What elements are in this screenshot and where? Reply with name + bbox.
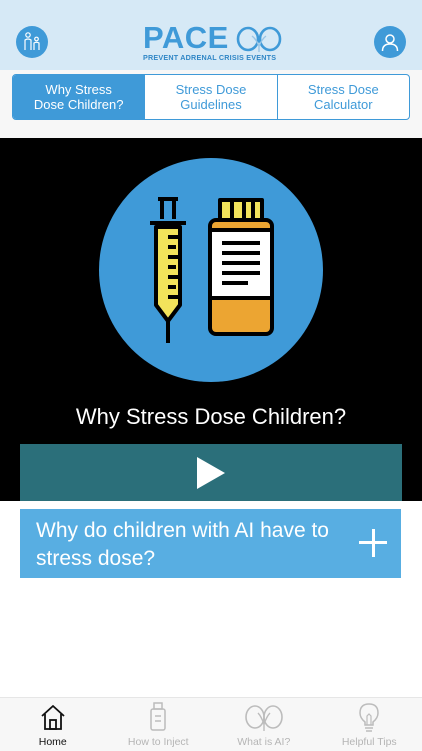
nav-item-helpful-tips[interactable]: Helpful Tips <box>317 698 422 751</box>
tabs-bar: Why Stress Dose Children? Stress Dose Gu… <box>0 70 422 138</box>
user-icon <box>380 32 400 52</box>
nav-label-what-is-ai: What is AI? <box>237 736 290 748</box>
kidneys-logo-icon <box>236 26 282 52</box>
nav-label-how-to-inject: How to Inject <box>128 736 189 748</box>
home-icon <box>39 703 67 731</box>
nav-item-what-is-ai[interactable]: What is AI? <box>211 698 317 751</box>
nav-label-home: Home <box>39 736 67 748</box>
lightbulb-icon <box>358 702 380 732</box>
video-hero: Why Stress Dose Children? <box>0 138 422 501</box>
kidneys-icon <box>244 703 284 731</box>
hero-title: Why Stress Dose Children? <box>0 404 422 430</box>
injector-icon <box>148 702 168 732</box>
bottom-tab-bar: Home How to Inject What is AI? <box>0 697 422 751</box>
logo-tagline: PREVENT ADRENAL CRISIS EVENTS <box>143 53 276 62</box>
play-video-button[interactable] <box>20 444 402 501</box>
syringe-and-bottle-illustration <box>98 157 324 383</box>
faq-question: Why do children with AI have to stress d… <box>36 517 341 573</box>
pace-logo: PACE PREVENT ADRENAL CRISIS EVENTS <box>143 22 283 62</box>
play-icon <box>196 456 226 490</box>
app-header: PACE PREVENT ADRENAL CRISIS EVENTS <box>0 0 422 70</box>
plus-icon[interactable] <box>359 529 387 557</box>
logo-wordmark: PACE <box>143 22 229 54</box>
nav-item-how-to-inject[interactable]: How to Inject <box>106 698 212 751</box>
family-icon <box>21 31 43 53</box>
profile-button[interactable] <box>374 26 406 58</box>
faq-accordion-header[interactable]: Why do children with AI have to stress d… <box>20 509 401 578</box>
tab-why-stress-dose[interactable]: Why Stress Dose Children? <box>13 75 144 119</box>
nav-item-home[interactable]: Home <box>0 698 106 751</box>
nav-label-helpful-tips: Helpful Tips <box>342 736 397 748</box>
tab-stress-dose-calculator[interactable]: Stress Dose Calculator <box>277 75 409 119</box>
tab-stress-dose-guidelines[interactable]: Stress Dose Guidelines <box>144 75 276 119</box>
family-button[interactable] <box>16 26 48 58</box>
segmented-control: Why Stress Dose Children? Stress Dose Gu… <box>12 74 410 120</box>
